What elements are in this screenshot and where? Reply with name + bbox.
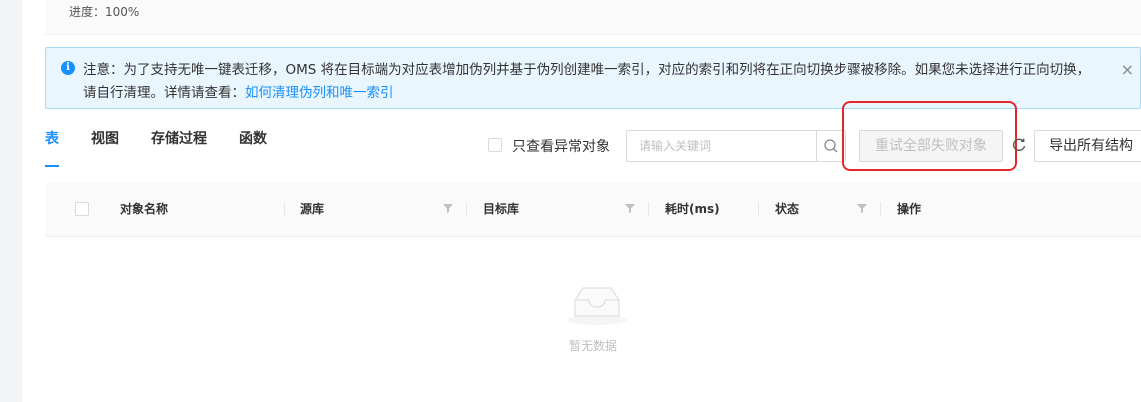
search-icon xyxy=(824,139,838,153)
notice-banner: i 注意：为了支持无唯一键表迁移，OMS 将在目标端为对应表增加伪列并基于伪列创… xyxy=(45,47,1141,109)
tab-stored-procedure[interactable]: 存储过程 xyxy=(151,128,207,148)
abnormal-only-label[interactable]: 只查看异常对象 xyxy=(512,136,610,156)
close-icon[interactable]: × xyxy=(1121,62,1134,78)
progress-text: 进度：100% xyxy=(69,5,140,19)
tab-view[interactable]: 视图 xyxy=(91,128,119,148)
tab-function[interactable]: 函数 xyxy=(239,128,267,148)
left-rail xyxy=(0,0,22,402)
tab-table[interactable]: 表 xyxy=(45,128,59,148)
progress-panel: 进度：100% xyxy=(45,0,1141,35)
active-tab-indicator xyxy=(45,165,59,167)
target-db-filter-icon[interactable] xyxy=(625,203,635,213)
column-divider xyxy=(880,202,881,216)
column-object-name: 对象名称 xyxy=(120,202,169,216)
table-header: 对象名称 源库 目标库 耗时(ms) 状态 操作 xyxy=(45,183,1141,237)
refresh-icon[interactable] xyxy=(1011,137,1027,153)
column-duration: 耗时(ms) xyxy=(665,202,720,216)
column-source-db: 源库 xyxy=(300,202,325,216)
source-db-filter-icon[interactable] xyxy=(443,203,453,213)
abnormal-only-checkbox[interactable] xyxy=(488,138,502,152)
notice-text-block: 注意：为了支持无唯一键表迁移，OMS 将在目标端为对应表增加伪列并基于伪列创建唯… xyxy=(83,59,1103,105)
column-divider xyxy=(758,202,759,216)
cleanup-guide-link[interactable]: 如何清理伪列和唯一索引 xyxy=(245,85,394,101)
column-target-db: 目标库 xyxy=(483,202,520,216)
column-divider xyxy=(466,202,467,216)
column-divider xyxy=(284,202,285,216)
status-filter-icon[interactable] xyxy=(857,203,867,213)
select-all-checkbox[interactable] xyxy=(75,202,89,216)
search-box xyxy=(626,130,846,162)
empty-inbox-icon xyxy=(567,287,627,325)
info-icon: i xyxy=(61,61,75,75)
notice-text: 注意：为了支持无唯一键表迁移，OMS 将在目标端为对应表增加伪列并基于伪列创建唯… xyxy=(83,62,1091,101)
column-actions: 操作 xyxy=(897,202,922,216)
column-divider xyxy=(648,202,649,216)
search-button[interactable] xyxy=(816,131,845,161)
empty-state-text: 暂无数据 xyxy=(569,339,618,353)
column-status: 状态 xyxy=(775,202,800,216)
export-all-structure-button[interactable]: 导出所有结构 xyxy=(1034,130,1141,162)
search-input[interactable] xyxy=(627,131,817,161)
highlight-annotation xyxy=(842,101,1017,171)
